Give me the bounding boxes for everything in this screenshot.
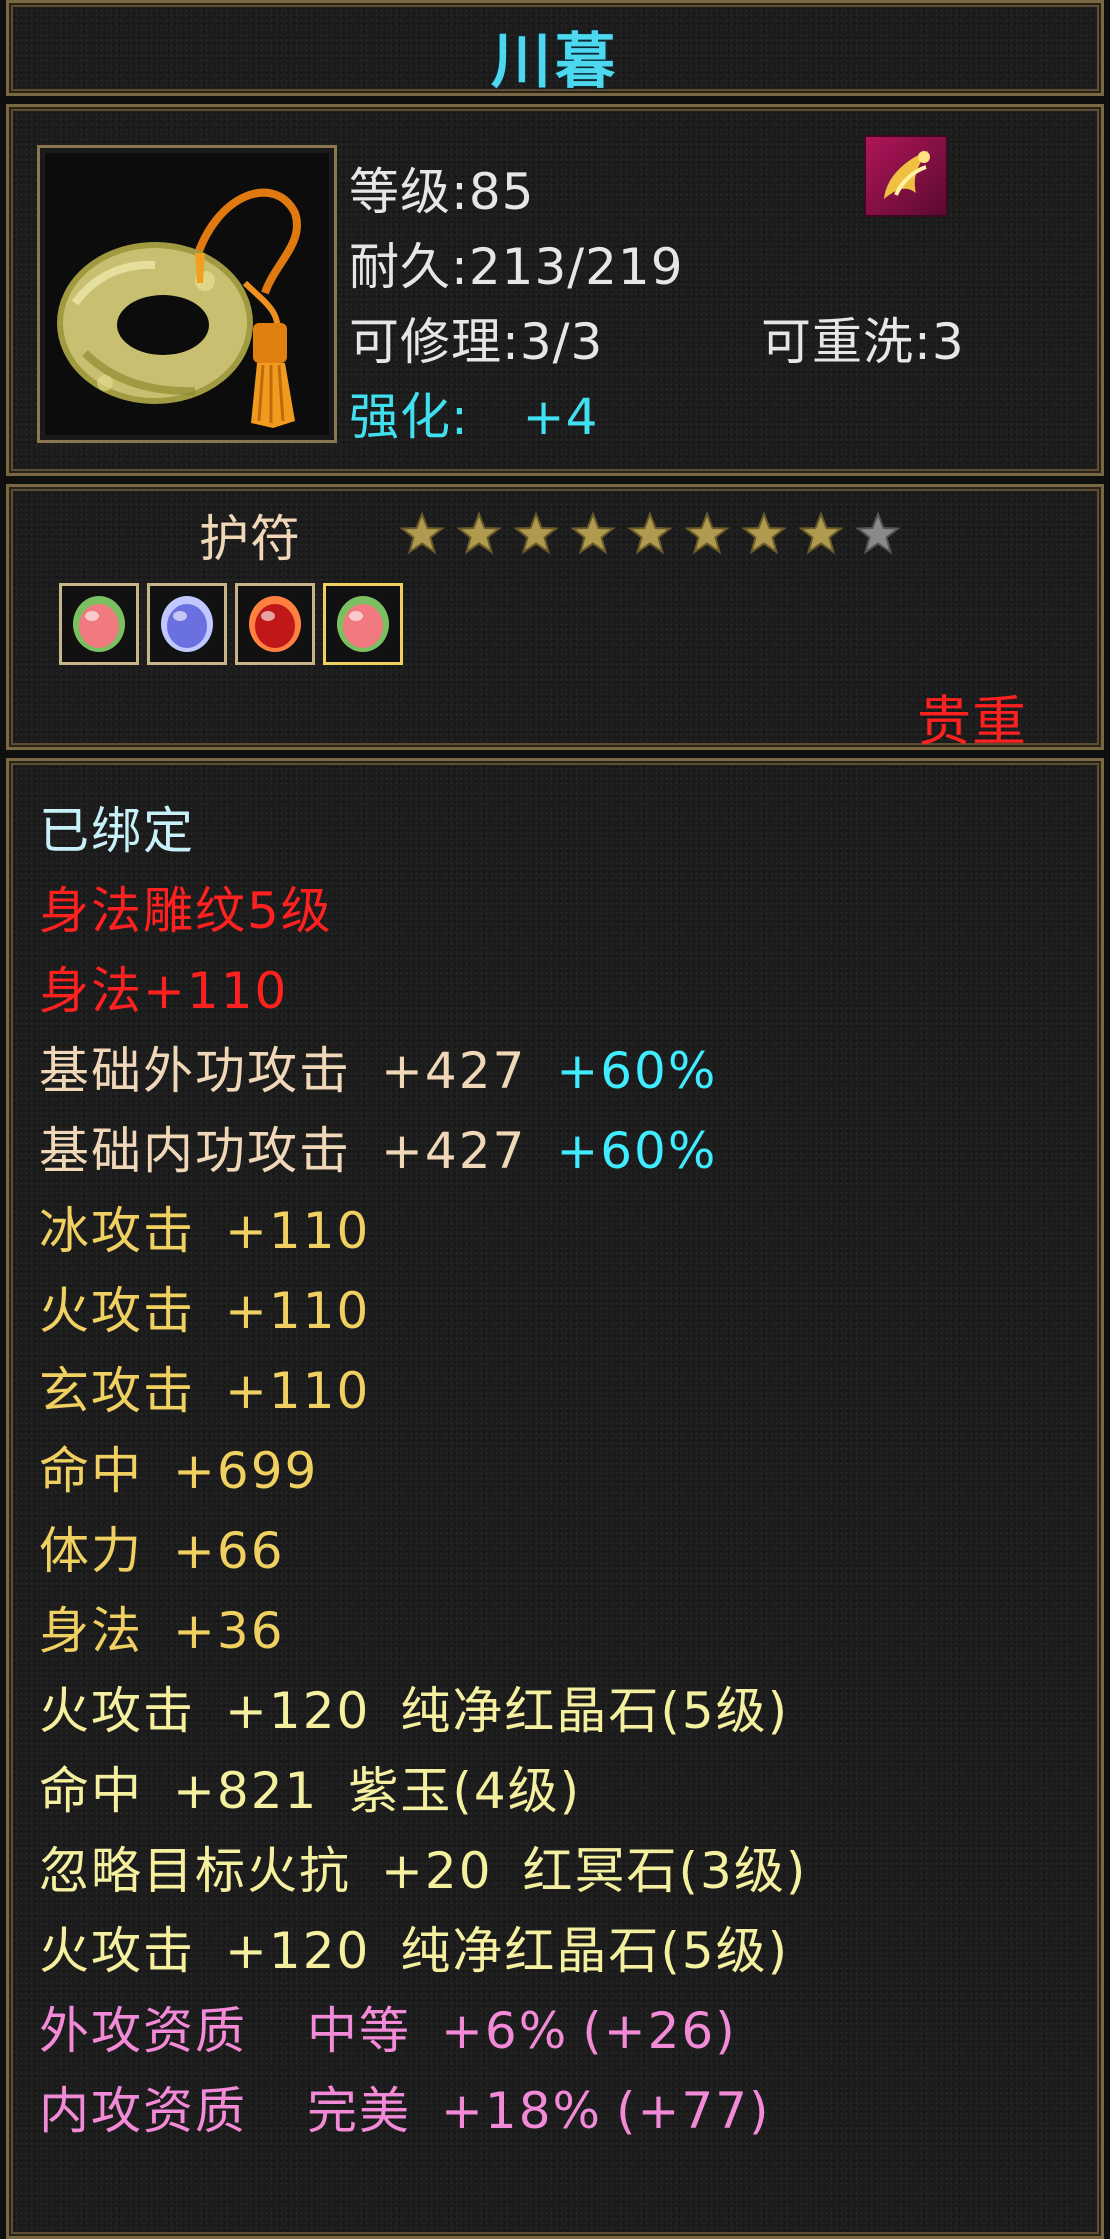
attribute-segment: 命中 xyxy=(39,1762,143,1820)
attribute-segment: +6% xyxy=(441,2002,569,2060)
attribute-segment: 已绑定 xyxy=(39,802,195,860)
item-summary: 等级:85 耐久:213/219 可修理:3/3 可重洗:3 强化: +4 xyxy=(6,104,1104,476)
durability-text: 耐久:213/219 xyxy=(349,238,684,296)
attribute-segment: +36 xyxy=(173,1602,285,1660)
attribute-row: 火攻击 +120 纯净红晶石(5级) xyxy=(39,1911,789,1983)
star-filled-icon xyxy=(627,511,673,555)
enhance-label: 强化: xyxy=(349,388,469,446)
star-filled-icon xyxy=(399,511,445,555)
star-filled-icon xyxy=(456,511,502,555)
attribute-segment: 内攻资质 xyxy=(39,2082,247,2140)
attribute-segment: +427 xyxy=(381,1122,527,1180)
attribute-row: 外攻资质 中等 +6% (+26) xyxy=(39,1991,737,2063)
attribute-row: 身法 +36 xyxy=(39,1591,285,1663)
amulet-icon xyxy=(37,145,337,443)
attribute-segment: 玄攻击 xyxy=(39,1362,195,1420)
attribute-segment: 火攻击 xyxy=(39,1922,195,1980)
attribute-segment: +66 xyxy=(173,1522,285,1580)
red-gem-slot[interactable] xyxy=(235,583,315,665)
attribute-row: 体力 +66 xyxy=(39,1511,285,1583)
attribute-segment: 体力 xyxy=(39,1522,143,1580)
attribute-segment: 红冥石(3级) xyxy=(522,1842,808,1900)
attribute-segment: +120 xyxy=(225,1922,371,1980)
attribute-segment: 身法 xyxy=(39,1602,143,1660)
attribute-segment: +60% xyxy=(556,1122,718,1180)
attribute-segment: 紫玉(4级) xyxy=(348,1762,582,1820)
attribute-segment: +427 xyxy=(381,1042,527,1100)
attribute-row: 冰攻击 +110 xyxy=(39,1191,370,1263)
attribute-row: 玄攻击 +110 xyxy=(39,1351,370,1423)
level-text: 等级:85 xyxy=(349,163,535,221)
attribute-segment: 冰攻击 xyxy=(39,1202,195,1260)
attribute-segment: 完美 xyxy=(307,2082,411,2140)
attribute-segment: 纯净红晶石(5级) xyxy=(400,1922,790,1980)
attribute-row: 身法雕纹5级 xyxy=(39,871,333,943)
star-filled-icon xyxy=(741,511,787,555)
attribute-segment: 火攻击 xyxy=(39,1682,195,1740)
enhance-value: +4 xyxy=(522,388,599,446)
attribute-list: 已绑定 身法雕纹5级 身法+110 基础外功攻击 +427 +60% 基础内功攻击 +427 +… xyxy=(6,758,1104,2239)
green-gem-slot[interactable] xyxy=(59,583,139,665)
category-label: 护符 xyxy=(199,510,301,568)
green-gem-slot[interactable] xyxy=(323,583,403,665)
star-filled-icon xyxy=(684,511,730,555)
item-category-section: 护符 贵重 xyxy=(6,484,1104,753)
attribute-segment: 火攻击 xyxy=(39,1282,195,1340)
title-bar: 川暮 xyxy=(6,0,1104,97)
attribute-segment: +60% xyxy=(556,1042,718,1100)
attribute-segment: (+77) xyxy=(616,2082,771,2140)
attribute-row: 火攻击 +110 xyxy=(39,1271,370,1343)
repairable-text: 可修理:3/3 xyxy=(349,313,604,371)
attribute-row: 基础外功攻击 +427 +60% xyxy=(39,1031,717,1103)
attribute-segment: +821 xyxy=(173,1762,319,1820)
attribute-row: 内攻资质 完美 +18% (+77) xyxy=(39,2071,771,2143)
attribute-segment: 身法雕纹5级 xyxy=(39,882,333,940)
attribute-segment: +699 xyxy=(173,1442,319,1500)
attribute-segment: 纯净红晶石(5级) xyxy=(400,1682,790,1740)
green-gem-icon xyxy=(337,596,389,652)
enhance-row: 强化: +4 xyxy=(349,377,598,449)
star-filled-icon xyxy=(798,511,844,555)
item-name: 川暮 xyxy=(491,27,619,97)
attribute-row: 火攻击 +120 纯净红晶石(5级) xyxy=(39,1671,789,1743)
attribute-row: 基础内功攻击 +427 +60% xyxy=(39,1111,717,1183)
red-gem-icon xyxy=(249,596,301,652)
attribute-segment: 身法+110 xyxy=(39,962,289,1020)
attribute-row: 忽略目标火抗 +20 红冥石(3级) xyxy=(39,1831,807,1903)
attribute-segment: 中等 xyxy=(307,2002,411,2060)
attribute-row: 命中 +821 紫玉(4级) xyxy=(39,1751,581,1823)
attribute-segment: +120 xyxy=(225,1682,371,1740)
attribute-segment: +110 xyxy=(225,1362,371,1420)
rewash-text: 可重洗:3 xyxy=(761,313,965,371)
attribute-segment: (+26) xyxy=(582,2002,737,2060)
blue-gem-icon xyxy=(161,596,213,652)
attribute-segment: 基础内功攻击 xyxy=(39,1122,351,1180)
attribute-segment: +20 xyxy=(381,1842,493,1900)
attribute-row: 命中 +699 xyxy=(39,1431,318,1503)
green-gem-icon xyxy=(73,596,125,652)
star-filled-icon xyxy=(513,511,559,555)
attribute-segment: 忽略目标火抗 xyxy=(39,1842,351,1900)
class-badge-icon xyxy=(864,135,948,217)
star-filled-icon xyxy=(570,511,616,555)
attribute-segment: +110 xyxy=(225,1202,371,1260)
attribute-segment: +18% xyxy=(441,2082,603,2140)
attribute-row: 身法+110 xyxy=(39,951,288,1023)
star-empty-icon xyxy=(855,511,901,555)
attribute-segment: +110 xyxy=(225,1282,371,1340)
attribute-row: 已绑定 xyxy=(39,791,195,863)
attribute-segment: 命中 xyxy=(39,1442,143,1500)
attribute-segment: 外攻资质 xyxy=(39,2002,247,2060)
attribute-segment: 基础外功攻击 xyxy=(39,1042,351,1100)
blue-gem-slot[interactable] xyxy=(147,583,227,665)
rarity-label: 贵重 xyxy=(917,690,1027,753)
